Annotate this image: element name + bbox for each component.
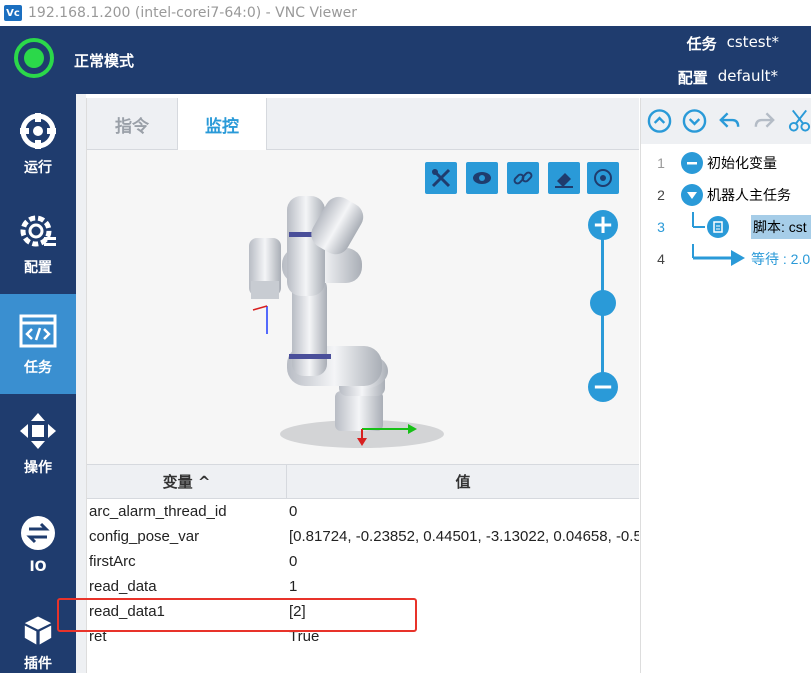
sidebar-item-plugin[interactable]: 插件 bbox=[0, 594, 76, 673]
variable-value: 0 bbox=[289, 553, 298, 570]
tree-toolbar bbox=[641, 98, 811, 144]
sidebar-item-label: 运行 bbox=[24, 160, 52, 176]
link-icon bbox=[513, 171, 533, 185]
zoom-out-button[interactable]: − bbox=[588, 372, 618, 402]
sidebar-item-task[interactable]: 任务 bbox=[0, 294, 76, 394]
task-value: cstest* bbox=[726, 33, 779, 51]
table-row[interactable]: arc_alarm_thread_id 0 bbox=[87, 499, 639, 524]
run-icon bbox=[20, 113, 56, 149]
config-label: 配置 bbox=[677, 69, 708, 87]
line-number: 3 bbox=[657, 219, 665, 235]
minus-circle-icon bbox=[681, 152, 703, 174]
line-number: 1 bbox=[657, 155, 665, 171]
tree-item-script[interactable]: 3 脚本: cst bbox=[641, 212, 811, 242]
table-row[interactable]: ret True bbox=[87, 624, 639, 649]
robot-3d-viewport[interactable]: + − bbox=[87, 150, 639, 464]
tree-item-label: 机器人主任务 bbox=[707, 187, 791, 203]
robot-arm-model bbox=[249, 196, 444, 448]
eye-icon bbox=[473, 172, 491, 184]
variable-value: 0 bbox=[289, 503, 298, 520]
scissors-icon[interactable] bbox=[787, 108, 811, 134]
variable-name: firstArc bbox=[89, 553, 136, 570]
sidebar-item-label: 任务 bbox=[24, 360, 52, 376]
variable-name: read_data1 bbox=[89, 603, 165, 620]
sidebar-item-label: IO bbox=[29, 559, 47, 575]
table-row[interactable]: config_pose_var [0.81724, -0.23852, 0.44… bbox=[87, 524, 639, 549]
variable-table: 变量 ^ 值 arc_alarm_thread_id 0 config_pose… bbox=[87, 464, 639, 673]
variable-value: True bbox=[289, 628, 320, 645]
code-window-icon bbox=[19, 314, 57, 348]
variable-value: [0.81724, -0.23852, 0.44501, -3.13022, 0… bbox=[289, 528, 639, 545]
variable-value: [2] bbox=[289, 603, 306, 620]
variable-name: arc_alarm_thread_id bbox=[89, 503, 227, 520]
target-icon bbox=[594, 169, 612, 187]
sidebar-item-label: 配置 bbox=[24, 260, 52, 276]
wait-arrow-icon bbox=[692, 244, 745, 266]
sidebar-item-io[interactable]: IO bbox=[0, 494, 76, 594]
tree-item-wait[interactable]: 4 等待 : 2.0 bbox=[641, 244, 811, 274]
sidebar-item-operate[interactable]: 操作 bbox=[0, 394, 76, 494]
window-title: 192.168.1.200 (intel-corei7-64:0) - VNC … bbox=[28, 5, 358, 21]
line-number: 4 bbox=[657, 251, 665, 267]
variable-name: read_data bbox=[89, 578, 157, 595]
mode-label: 正常模式 bbox=[74, 52, 135, 70]
gear-icon bbox=[20, 215, 56, 247]
sidebar-item-config[interactable]: 配置 bbox=[0, 194, 76, 294]
task-label: 任务 bbox=[686, 35, 717, 53]
variable-value: 1 bbox=[289, 578, 298, 595]
status-indicator-icon bbox=[14, 38, 54, 78]
table-row[interactable]: read_data 1 bbox=[87, 574, 639, 599]
zoom-in-button[interactable]: + bbox=[588, 210, 618, 240]
script-file-icon bbox=[707, 216, 729, 238]
eraser-icon bbox=[555, 173, 573, 188]
variable-name: ret bbox=[89, 628, 107, 645]
column-header-value[interactable]: 值 bbox=[287, 465, 639, 498]
window-titlebar: Vc 192.168.1.200 (intel-corei7-64:0) - V… bbox=[0, 0, 811, 26]
task-info: 任务 cstest* bbox=[687, 33, 779, 54]
config-value: default* bbox=[717, 67, 778, 85]
variable-name: config_pose_var bbox=[89, 528, 200, 545]
monitor-panel: 指令 监控 + − 变量 ^ 值 arc_alarm_thread_id 0 c… bbox=[86, 98, 639, 673]
tree-item-label: 等待 : 2.0 bbox=[751, 251, 811, 267]
link-button[interactable] bbox=[507, 162, 539, 194]
move-up-icon[interactable] bbox=[647, 108, 672, 134]
zoom-slider-handle[interactable] bbox=[590, 290, 616, 316]
tree-item-label: 脚本: cst bbox=[751, 215, 811, 239]
redo-icon[interactable] bbox=[752, 108, 777, 134]
expand-arrow-icon[interactable] bbox=[681, 184, 703, 206]
move-down-icon[interactable] bbox=[682, 108, 707, 134]
table-header: 变量 ^ 值 bbox=[87, 464, 639, 499]
sidebar-item-label: 操作 bbox=[24, 460, 52, 476]
table-row[interactable]: firstArc 0 bbox=[87, 549, 639, 574]
sidebar-item-label: 插件 bbox=[24, 656, 52, 672]
sidebar-item-run[interactable]: 运行 bbox=[0, 94, 76, 194]
column-header-variable[interactable]: 变量 ^ bbox=[87, 465, 287, 498]
table-row[interactable]: read_data1 [2] bbox=[87, 599, 639, 624]
vnc-logo: Vc bbox=[4, 5, 22, 21]
app-header: 正常模式 任务 cstest* 配置 default* bbox=[0, 26, 811, 94]
program-tree-panel: 1 初始化变量 2 机器人主任务 3 脚本: cst 4 等待: 2.0 bbox=[640, 98, 811, 673]
io-exchange-icon bbox=[21, 516, 55, 550]
tab-bar: 指令 监控 bbox=[87, 98, 639, 150]
config-info: 配置 default* bbox=[678, 67, 778, 88]
cube-icon bbox=[24, 616, 52, 645]
tree-item-main[interactable]: 2 机器人主任务 bbox=[641, 180, 811, 210]
tab-instructions[interactable]: 指令 bbox=[87, 98, 177, 150]
panel-divider bbox=[76, 94, 86, 673]
tree-item-init[interactable]: 1 初始化变量 bbox=[641, 148, 811, 178]
line-number: 2 bbox=[657, 187, 665, 203]
move-arrows-icon bbox=[20, 413, 56, 449]
tab-monitor[interactable]: 监控 bbox=[177, 98, 267, 150]
view-button[interactable] bbox=[466, 162, 498, 194]
target-button[interactable] bbox=[587, 162, 619, 194]
eraser-button[interactable] bbox=[548, 162, 580, 194]
sidebar: 运行 配置 任务 操作 IO 插件 bbox=[0, 94, 76, 673]
tree-item-label: 初始化变量 bbox=[707, 155, 777, 171]
undo-icon[interactable] bbox=[717, 108, 742, 134]
